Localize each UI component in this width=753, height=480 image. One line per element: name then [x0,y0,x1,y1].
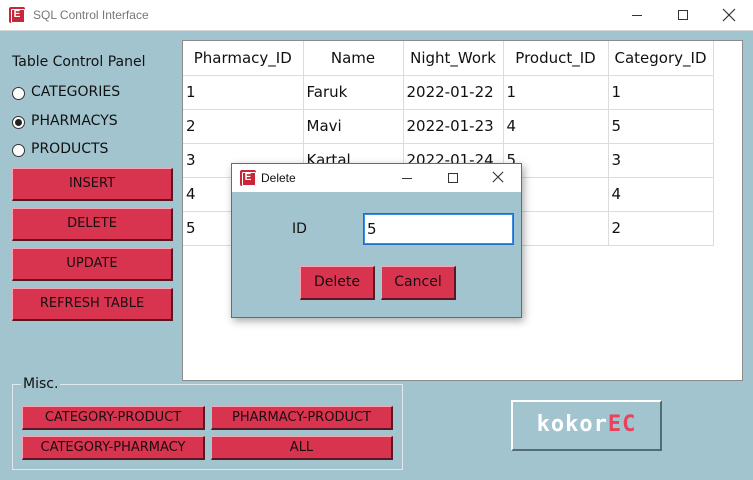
title-bar: E SQL Control Interface [0,0,753,31]
column-header[interactable]: Product_ID [503,41,609,76]
radio-indicator-selected[interactable] [12,116,25,129]
kokorec-logo: kokorEC [511,400,662,451]
table-cell: 1 [608,75,714,110]
minimize-icon [632,15,642,16]
radio-indicator[interactable] [12,87,25,100]
dialog-minimize-button[interactable] [384,164,430,192]
table-cell: 4 [503,109,609,144]
table-row[interactable]: 1 Faruk 2022-01-22 1 1 [183,75,714,110]
column-header[interactable]: Night_Work [403,41,504,76]
dialog-close-button[interactable] [475,164,521,192]
radio-categories[interactable]: CATEGORIES [12,84,172,102]
maximize-icon [678,10,688,20]
table-cell: 1 [183,75,304,110]
table-header-row: Pharmacy_ID Name Night_Work Product_ID C… [183,41,714,76]
control-panel-title: Table Control Panel [12,54,146,70]
minimize-button[interactable] [614,0,660,30]
update-button[interactable]: UPDATE [12,248,173,281]
radio-indicator[interactable] [12,144,25,157]
category-product-button[interactable]: CATEGORY-PRODUCT [22,406,205,430]
table-cell: 4 [608,177,714,212]
table-cell: 2022-01-23 [403,109,504,144]
category-pharmacy-button[interactable]: CATEGORY-PHARMACY [22,436,205,460]
minimize-icon [402,178,412,179]
radio-label: PRODUCTS [31,141,109,157]
dialog-maximize-button[interactable] [430,164,476,192]
radio-label: CATEGORIES [31,84,121,100]
maximize-icon [448,173,458,183]
close-icon [492,171,504,183]
dialog-cancel-button[interactable]: Cancel [381,266,456,300]
window-title: SQL Control Interface [33,8,149,22]
close-icon [722,8,736,22]
dialog-app-icon: E [240,170,256,186]
radio-label: PHARMACYS [31,113,118,129]
column-header[interactable]: Category_ID [608,41,714,76]
refresh-table-button[interactable]: REFRESH TABLE [12,288,173,321]
table-cell: 2022-01-22 [403,75,504,110]
dialog-title-bar: E Delete [232,164,521,192]
misc-label: Misc. [21,376,61,392]
pharmacy-product-button[interactable]: PHARMACY-PRODUCT [211,406,393,430]
table-cell: 1 [503,75,609,110]
table-cell: Faruk [303,75,404,110]
table-cell: 2 [183,109,304,144]
table-cell: 5 [608,109,714,144]
dialog-title: Delete [261,171,296,185]
maximize-button[interactable] [660,0,706,30]
insert-button[interactable]: INSERT [12,168,173,201]
table-cell: 3 [608,143,714,178]
dialog-delete-button[interactable]: Delete [300,266,375,300]
id-input[interactable] [363,213,514,245]
radio-products[interactable]: PRODUCTS [12,141,172,159]
all-button[interactable]: ALL [211,436,393,460]
table-row[interactable]: 2 Mavi 2022-01-23 4 5 [183,109,714,144]
close-button[interactable] [706,0,752,30]
table-cell: 2 [608,211,714,246]
delete-dialog: E Delete ID Delete Cancel [231,163,522,318]
column-header[interactable]: Name [303,41,404,76]
delete-button[interactable]: DELETE [12,208,173,241]
id-label: ID [292,221,307,237]
app-icon: E [9,7,25,23]
logo-text: kokorEC [536,412,637,437]
radio-pharmacys[interactable]: PHARMACYS [12,113,172,131]
column-header[interactable]: Pharmacy_ID [183,41,304,76]
table-cell: Mavi [303,109,404,144]
